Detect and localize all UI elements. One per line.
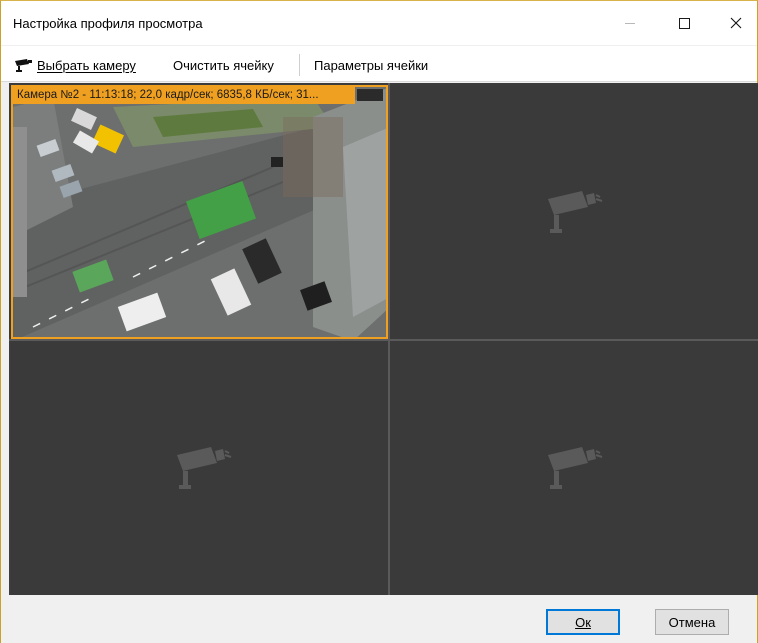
window-title: Настройка профиля просмотра xyxy=(13,16,203,31)
camera-placeholder-icon xyxy=(548,191,603,233)
clear-cell-label: Очистить ячейку xyxy=(173,57,274,73)
minimize-button[interactable] xyxy=(607,1,653,45)
select-camera-label: Выбрать камеру xyxy=(37,57,136,73)
select-camera-button[interactable]: Выбрать камеру xyxy=(13,55,136,75)
cancel-button[interactable]: Отмена xyxy=(655,609,729,635)
cancel-button-label: Отмена xyxy=(668,614,716,630)
dialog-footer: Ок Отмена xyxy=(1,596,757,643)
maximize-button[interactable] xyxy=(661,1,707,45)
cell-params-label: Параметры ячейки xyxy=(314,57,429,73)
grid-divider-horizontal xyxy=(9,339,758,341)
camera-info-label: Камера №2 - 11:13:18; 22,0 кадр/сек; 683… xyxy=(13,87,355,104)
camera-placeholder-icon xyxy=(548,447,603,489)
close-button[interactable] xyxy=(713,1,758,45)
grid-cell-3[interactable] xyxy=(11,341,388,595)
clear-cell-button[interactable]: Очистить ячейку xyxy=(173,55,274,75)
camera-status-indicator xyxy=(357,89,383,101)
dialog-window: Настройка профиля просмотра Выбрать каме… xyxy=(0,0,758,643)
maximize-icon xyxy=(678,17,690,29)
grid-cell-4[interactable] xyxy=(390,341,758,595)
minimize-icon xyxy=(625,22,635,24)
view-grid: Камера №2 - 11:13:18; 22,0 кадр/сек; 683… xyxy=(9,83,758,595)
camera-feed-image xyxy=(13,87,386,337)
ok-button[interactable]: Ок xyxy=(546,609,620,635)
toolbar: Выбрать камеру Очистить ячейку Параметры… xyxy=(1,46,757,82)
title-bar: Настройка профиля просмотра xyxy=(1,1,757,45)
close-icon xyxy=(730,17,742,29)
camera-icon xyxy=(15,59,32,72)
grid-cell-2[interactable] xyxy=(390,85,758,339)
grid-cell-1[interactable]: Камера №2 - 11:13:18; 22,0 кадр/сек; 683… xyxy=(11,85,388,339)
toolbar-separator xyxy=(299,54,300,76)
ok-button-label: Ок xyxy=(575,614,591,630)
cell-params-button[interactable]: Параметры ячейки xyxy=(314,55,428,75)
camera-placeholder-icon xyxy=(177,447,232,489)
